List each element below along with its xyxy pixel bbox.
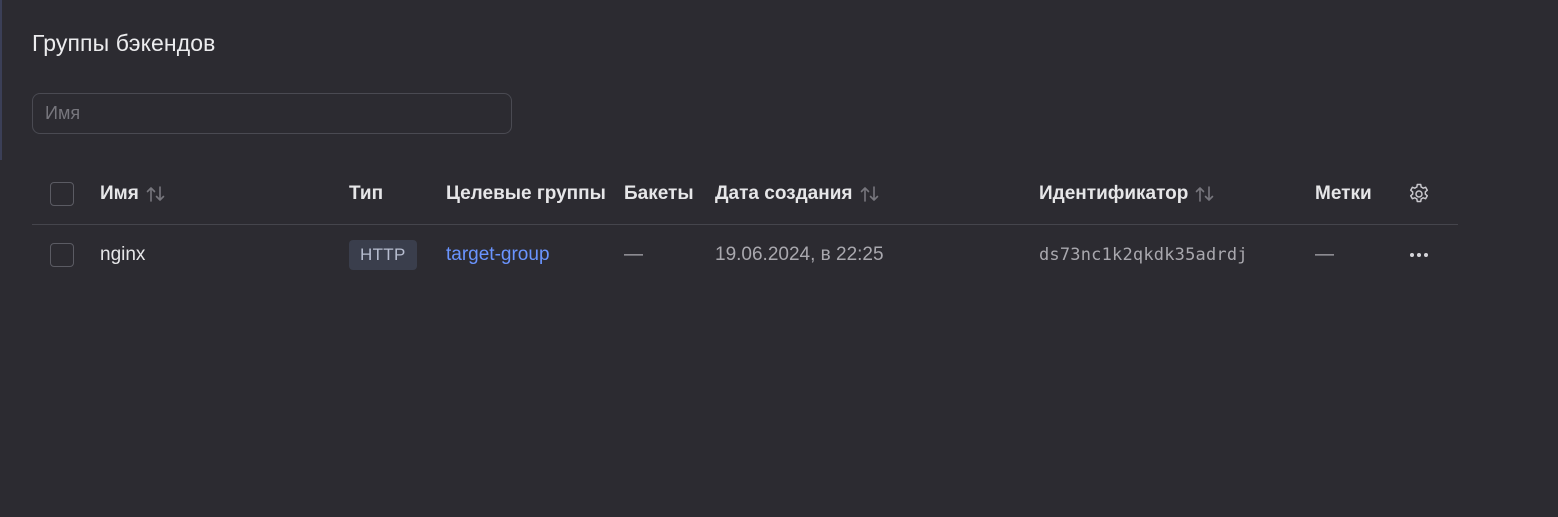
select-all-cell bbox=[50, 164, 74, 224]
sort-arrows-icon[interactable] bbox=[145, 184, 167, 204]
more-horizontal-icon[interactable] bbox=[1407, 243, 1431, 267]
row-select-cell bbox=[50, 225, 74, 285]
column-header-id-label: Идентификатор bbox=[1039, 183, 1189, 204]
row-labels-cell: — bbox=[1315, 225, 1334, 285]
row-id-cell: ds73nc1k2qkdk35adrdj bbox=[1039, 225, 1248, 285]
column-header-type-label: Тип bbox=[349, 183, 384, 204]
search-input[interactable] bbox=[32, 93, 512, 134]
left-edge-divider bbox=[0, 0, 2, 160]
table-header-row: Имя Тип Целевые группы Бакеты Дата созда… bbox=[32, 164, 1458, 225]
backend-groups-table: Имя Тип Целевые группы Бакеты Дата созда… bbox=[32, 164, 1458, 285]
column-header-created[interactable]: Дата создания bbox=[715, 164, 881, 224]
row-created-date: 19.06.2024, в 22:25 bbox=[715, 244, 884, 265]
type-badge: HTTP bbox=[349, 240, 417, 270]
column-settings-cell bbox=[1407, 164, 1431, 224]
row-name: nginx bbox=[100, 244, 146, 265]
column-header-name[interactable]: Имя bbox=[100, 164, 167, 224]
row-select-checkbox[interactable] bbox=[50, 243, 74, 267]
column-header-labels-label: Метки bbox=[1315, 183, 1372, 204]
row-name-cell: nginx bbox=[100, 225, 145, 285]
table-row[interactable]: nginx HTTP target-group — 19.06.2024, в … bbox=[32, 225, 1458, 285]
column-header-buckets: Бакеты bbox=[624, 164, 694, 224]
row-actions-cell bbox=[1407, 225, 1431, 285]
row-buckets-cell: — bbox=[624, 225, 643, 285]
column-header-buckets-label: Бакеты bbox=[624, 183, 694, 204]
column-header-id[interactable]: Идентификатор bbox=[1039, 164, 1216, 224]
page-title: Группы бэкендов bbox=[32, 30, 216, 56]
gear-icon[interactable] bbox=[1407, 182, 1431, 206]
column-header-name-label: Имя bbox=[100, 183, 139, 204]
column-header-target-groups: Целевые группы bbox=[446, 164, 606, 224]
sort-arrows-icon[interactable] bbox=[859, 184, 881, 204]
column-header-created-label: Дата создания bbox=[715, 183, 853, 204]
row-created-cell: 19.06.2024, в 22:25 bbox=[715, 225, 884, 285]
row-labels: — bbox=[1315, 244, 1334, 265]
row-type-cell: HTTP bbox=[349, 225, 417, 285]
row-id: ds73nc1k2qkdk35adrdj bbox=[1039, 245, 1248, 265]
column-header-target-groups-label: Целевые группы bbox=[446, 183, 606, 204]
sort-arrows-icon[interactable] bbox=[1194, 184, 1216, 204]
row-buckets: — bbox=[624, 244, 643, 265]
target-group-link[interactable]: target-group bbox=[446, 244, 550, 266]
select-all-checkbox[interactable] bbox=[50, 182, 74, 206]
row-target-groups-cell: target-group bbox=[446, 225, 550, 285]
column-header-labels: Метки bbox=[1315, 164, 1372, 224]
column-header-type: Тип bbox=[349, 164, 383, 224]
